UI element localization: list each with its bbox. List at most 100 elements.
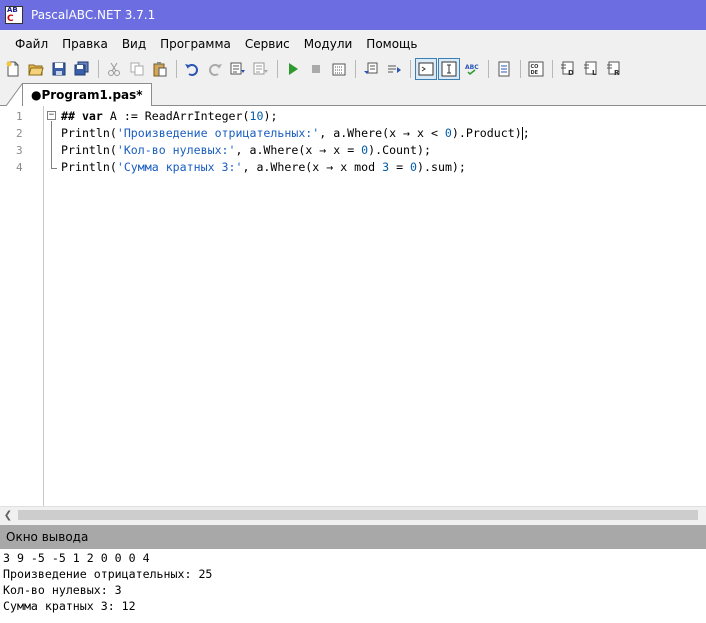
code-token: 0: [444, 126, 452, 140]
svg-text:ABC: ABC: [465, 64, 479, 71]
debug-step-icon: [364, 62, 378, 74]
open-button[interactable]: [25, 58, 47, 80]
redo-button[interactable]: [204, 58, 226, 80]
window-title: PascalABC.NET 3.7.1: [31, 8, 156, 22]
line-number: 1: [16, 110, 23, 123]
code-token: ).Product): [451, 126, 522, 140]
code-token: var: [81, 109, 103, 123]
toolbar-separator: [552, 60, 553, 78]
code-line-2: Println('Произведение отрицательных:', a…: [61, 126, 530, 140]
output-line: Кол-во нулевых: 3: [3, 583, 122, 597]
svg-text:R: R: [614, 69, 620, 77]
toolbar: ABC CO DE D L R: [0, 57, 706, 81]
toolbar-separator: [410, 60, 411, 78]
svg-text:L: L: [592, 69, 597, 77]
code-token: );: [263, 109, 278, 123]
debug-d-icon: D: [561, 61, 574, 77]
undo-button[interactable]: [181, 58, 203, 80]
output-line: 3 9 -5 -5 1 2 0 0 0 4: [3, 551, 150, 565]
tab-strip: ●Program1.pas*: [0, 82, 706, 107]
cut-button[interactable]: [103, 58, 125, 80]
console-button[interactable]: [415, 58, 437, 80]
debug-step-over-icon: [388, 65, 401, 73]
undo-icon: [185, 64, 198, 76]
menu-file[interactable]: Файл: [8, 34, 55, 54]
paste-button[interactable]: [149, 58, 171, 80]
output-panel[interactable]: 3 9 -5 -5 1 2 0 0 0 4 Произведение отриц…: [0, 549, 706, 623]
stop-button[interactable]: [305, 58, 327, 80]
indent-button[interactable]: [227, 58, 249, 80]
spell-check-icon: ABC: [465, 64, 479, 76]
spell-check-button[interactable]: ABC: [461, 58, 483, 80]
debug-step-button[interactable]: [360, 58, 382, 80]
code-token: , a.Where(x → x: [242, 160, 355, 174]
debug-l-button[interactable]: L: [580, 58, 602, 80]
menu-view[interactable]: Вид: [115, 34, 153, 54]
outdent-icon: [253, 62, 268, 75]
scrollbar-thumb[interactable]: [18, 510, 698, 520]
code-token: ##: [61, 109, 82, 123]
code-editor[interactable]: 1 2 3 4 − ## var A := ReadArrInteger(10)…: [0, 106, 706, 506]
code-token: 'Кол-во нулевых:': [116, 143, 236, 157]
compile-button[interactable]: [328, 58, 350, 80]
debug-l-icon: L: [584, 61, 597, 77]
debug-r-button[interactable]: R: [603, 58, 625, 80]
toolbar-separator: [488, 60, 489, 78]
debug-d-button[interactable]: D: [557, 58, 579, 80]
app-icon-letters-top: AB: [7, 6, 18, 14]
code-token: 10: [249, 109, 264, 123]
fold-guide: [51, 121, 52, 168]
copy-button[interactable]: [126, 58, 148, 80]
app-icon: AB C: [5, 6, 23, 24]
code-line-4: Println('Сумма кратных 3:', a.Where(x → …: [61, 160, 466, 174]
compile-icon: [332, 63, 346, 76]
copy-icon: [130, 62, 144, 76]
debug-r-icon: R: [607, 61, 620, 77]
code-token: 'Произведение отрицательных:': [116, 126, 320, 140]
title-bar: AB C PascalABC.NET 3.7.1: [0, 0, 706, 30]
tab-program1[interactable]: ●Program1.pas*: [22, 83, 152, 107]
save-all-icon: [74, 61, 89, 76]
line-number-gutter: 1 2 3 4: [0, 106, 44, 506]
outdent-button[interactable]: [250, 58, 272, 80]
new-file-button[interactable]: [2, 58, 24, 80]
scroll-left-arrow-icon[interactable]: ❮: [2, 508, 14, 522]
cut-icon: [108, 62, 120, 76]
format-button[interactable]: [493, 58, 515, 80]
fold-collapse-icon[interactable]: −: [47, 111, 56, 120]
indent-icon: [230, 62, 245, 75]
code-token: ).Count);: [368, 143, 431, 157]
code-token: mod: [354, 160, 376, 174]
text-cursor-button[interactable]: [438, 58, 460, 80]
text-cursor-icon: [441, 61, 457, 77]
toolbar-separator: [520, 60, 521, 78]
code-token: , a.Where(x → x =: [235, 143, 362, 157]
menu-program[interactable]: Программа: [153, 34, 238, 54]
code-token: =: [389, 160, 411, 174]
code-template-button[interactable]: CO DE: [525, 58, 547, 80]
line-number: 3: [16, 144, 23, 157]
code-template-icon: CODE: [528, 61, 544, 77]
fold-guide-end: [51, 168, 57, 169]
save-icon: [52, 62, 66, 76]
redo-icon: [209, 64, 222, 76]
save-all-button[interactable]: [71, 58, 93, 80]
new-file-icon: [6, 61, 19, 77]
menu-help[interactable]: Помощь: [359, 34, 424, 54]
svg-text:D: D: [568, 69, 574, 77]
debug-step-over-button[interactable]: [383, 58, 405, 80]
stop-icon: [312, 65, 320, 73]
horizontal-scrollbar[interactable]: ❮: [0, 506, 706, 522]
run-button[interactable]: [282, 58, 304, 80]
line-number: 2: [16, 127, 23, 140]
code-token: 'Сумма кратных 3:': [116, 160, 243, 174]
menu-service[interactable]: Сервис: [238, 34, 297, 54]
toolbar-separator: [98, 60, 99, 78]
code-line-3: Println('Кол-во нулевых:', a.Where(x → x…: [61, 143, 431, 157]
code-token: A := ReadArrInteger(: [102, 109, 250, 123]
save-button[interactable]: [48, 58, 70, 80]
open-folder-icon: [28, 64, 44, 76]
menu-edit[interactable]: Правка: [55, 34, 115, 54]
line-number: 4: [16, 161, 23, 174]
menu-modules[interactable]: Модули: [297, 34, 360, 54]
